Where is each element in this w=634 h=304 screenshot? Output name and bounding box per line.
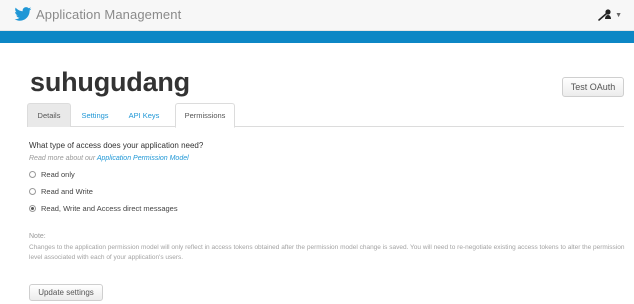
radio-read-only[interactable] [29, 171, 36, 178]
accent-bar [0, 31, 634, 43]
brand[interactable]: Application Management [14, 7, 181, 22]
option-read-write[interactable]: Read and Write [29, 187, 93, 196]
twitter-bird-icon [14, 7, 32, 22]
read-more-text: Read more about our Application Permissi… [29, 155, 189, 162]
top-navigation-bar: Application Management ▼ [0, 0, 634, 31]
option-read-write-dm[interactable]: Read, Write and Access direct messages [29, 204, 178, 213]
tab-permissions[interactable]: Permissions [175, 103, 235, 128]
permission-model-link[interactable]: Application Permission Model [97, 155, 189, 162]
user-icon [597, 8, 613, 22]
note-label: Note: [29, 233, 46, 240]
option-read-only[interactable]: Read only [29, 170, 75, 179]
read-more-prefix: Read more about our [29, 155, 96, 162]
tab-api-keys[interactable]: API Keys [120, 103, 168, 127]
access-question: What type of access does your applicatio… [29, 141, 204, 150]
tab-details[interactable]: Details [27, 103, 71, 127]
radio-read-write[interactable] [29, 188, 36, 195]
test-oauth-button[interactable]: Test OAuth [562, 77, 624, 97]
page-title: suhugudang [30, 67, 190, 97]
tab-bar: Details Settings API Keys Permissions [27, 103, 624, 128]
option-label: Read only [41, 170, 75, 179]
option-label: Read, Write and Access direct messages [41, 204, 178, 213]
user-menu[interactable]: ▼ [597, 8, 622, 22]
chevron-down-icon: ▼ [615, 11, 622, 19]
option-label: Read and Write [41, 187, 93, 196]
radio-read-write-dm[interactable] [29, 205, 36, 212]
update-settings-button[interactable]: Update settings [29, 284, 103, 301]
app-header-title: Application Management [36, 7, 182, 22]
note-text: Changes to the application permission mo… [29, 244, 625, 261]
tab-settings[interactable]: Settings [74, 103, 116, 127]
